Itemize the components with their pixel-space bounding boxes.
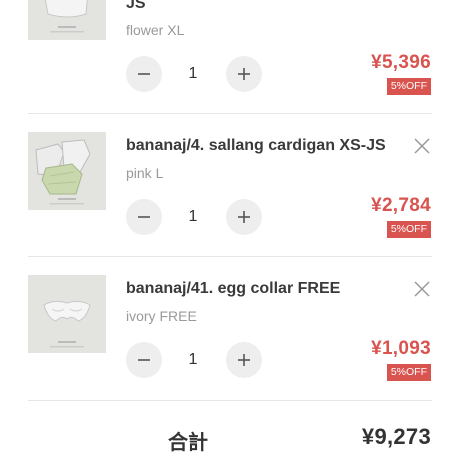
- cart-item: JS flower XL 1 ¥5,396 5%OFF: [0, 0, 460, 113]
- product-thumbnail[interactable]: [28, 132, 106, 210]
- product-image: [28, 275, 106, 353]
- plus-icon: [238, 211, 250, 223]
- quantity-value: 1: [188, 208, 198, 225]
- product-image: [28, 132, 106, 210]
- quantity-value: 1: [188, 351, 198, 368]
- cart-item: bananaj/4. sallang cardigan XS-JS pink L…: [0, 114, 460, 256]
- increase-quantity-button[interactable]: [226, 56, 262, 92]
- cart-item: bananaj/41. egg collar FREE ivory FREE 1…: [0, 257, 460, 399]
- item-price: ¥5,396: [371, 52, 431, 73]
- item-price: ¥2,784: [371, 195, 431, 216]
- product-image: [28, 0, 106, 40]
- increase-quantity-button[interactable]: [226, 342, 262, 378]
- product-thumbnail[interactable]: [28, 275, 106, 353]
- total-label: 合計: [168, 432, 208, 454]
- remove-item-button[interactable]: [413, 280, 431, 298]
- plus-icon: [238, 68, 250, 80]
- product-variant: flower XL: [126, 22, 185, 38]
- item-price: ¥1,093: [371, 338, 431, 359]
- cart: JS flower XL 1 ¥5,396 5%OFF bananaj/4. s…: [0, 0, 460, 460]
- minus-icon: [138, 216, 150, 218]
- close-icon: [414, 138, 430, 154]
- plus-icon: [238, 354, 250, 366]
- product-variant: ivory FREE: [126, 308, 197, 324]
- discount-badge: 5%OFF: [386, 221, 431, 238]
- close-icon: [414, 281, 430, 297]
- product-name[interactable]: bananaj/41. egg collar FREE: [126, 280, 340, 298]
- decrease-quantity-button[interactable]: [126, 342, 162, 378]
- remove-item-button[interactable]: [413, 137, 431, 155]
- total-value: ¥9,273: [361, 424, 431, 449]
- minus-icon: [138, 73, 150, 75]
- discount-badge: 5%OFF: [386, 78, 431, 95]
- quantity-value: 1: [188, 65, 198, 82]
- minus-icon: [138, 359, 150, 361]
- decrease-quantity-button[interactable]: [126, 56, 162, 92]
- divider: [28, 400, 432, 401]
- discount-badge: 5%OFF: [386, 364, 431, 381]
- product-name[interactable]: JS: [126, 0, 146, 13]
- product-name[interactable]: bananaj/4. sallang cardigan XS-JS: [126, 137, 386, 155]
- decrease-quantity-button[interactable]: [126, 199, 162, 235]
- product-thumbnail[interactable]: [28, 0, 106, 40]
- product-variant: pink L: [126, 165, 164, 181]
- increase-quantity-button[interactable]: [226, 199, 262, 235]
